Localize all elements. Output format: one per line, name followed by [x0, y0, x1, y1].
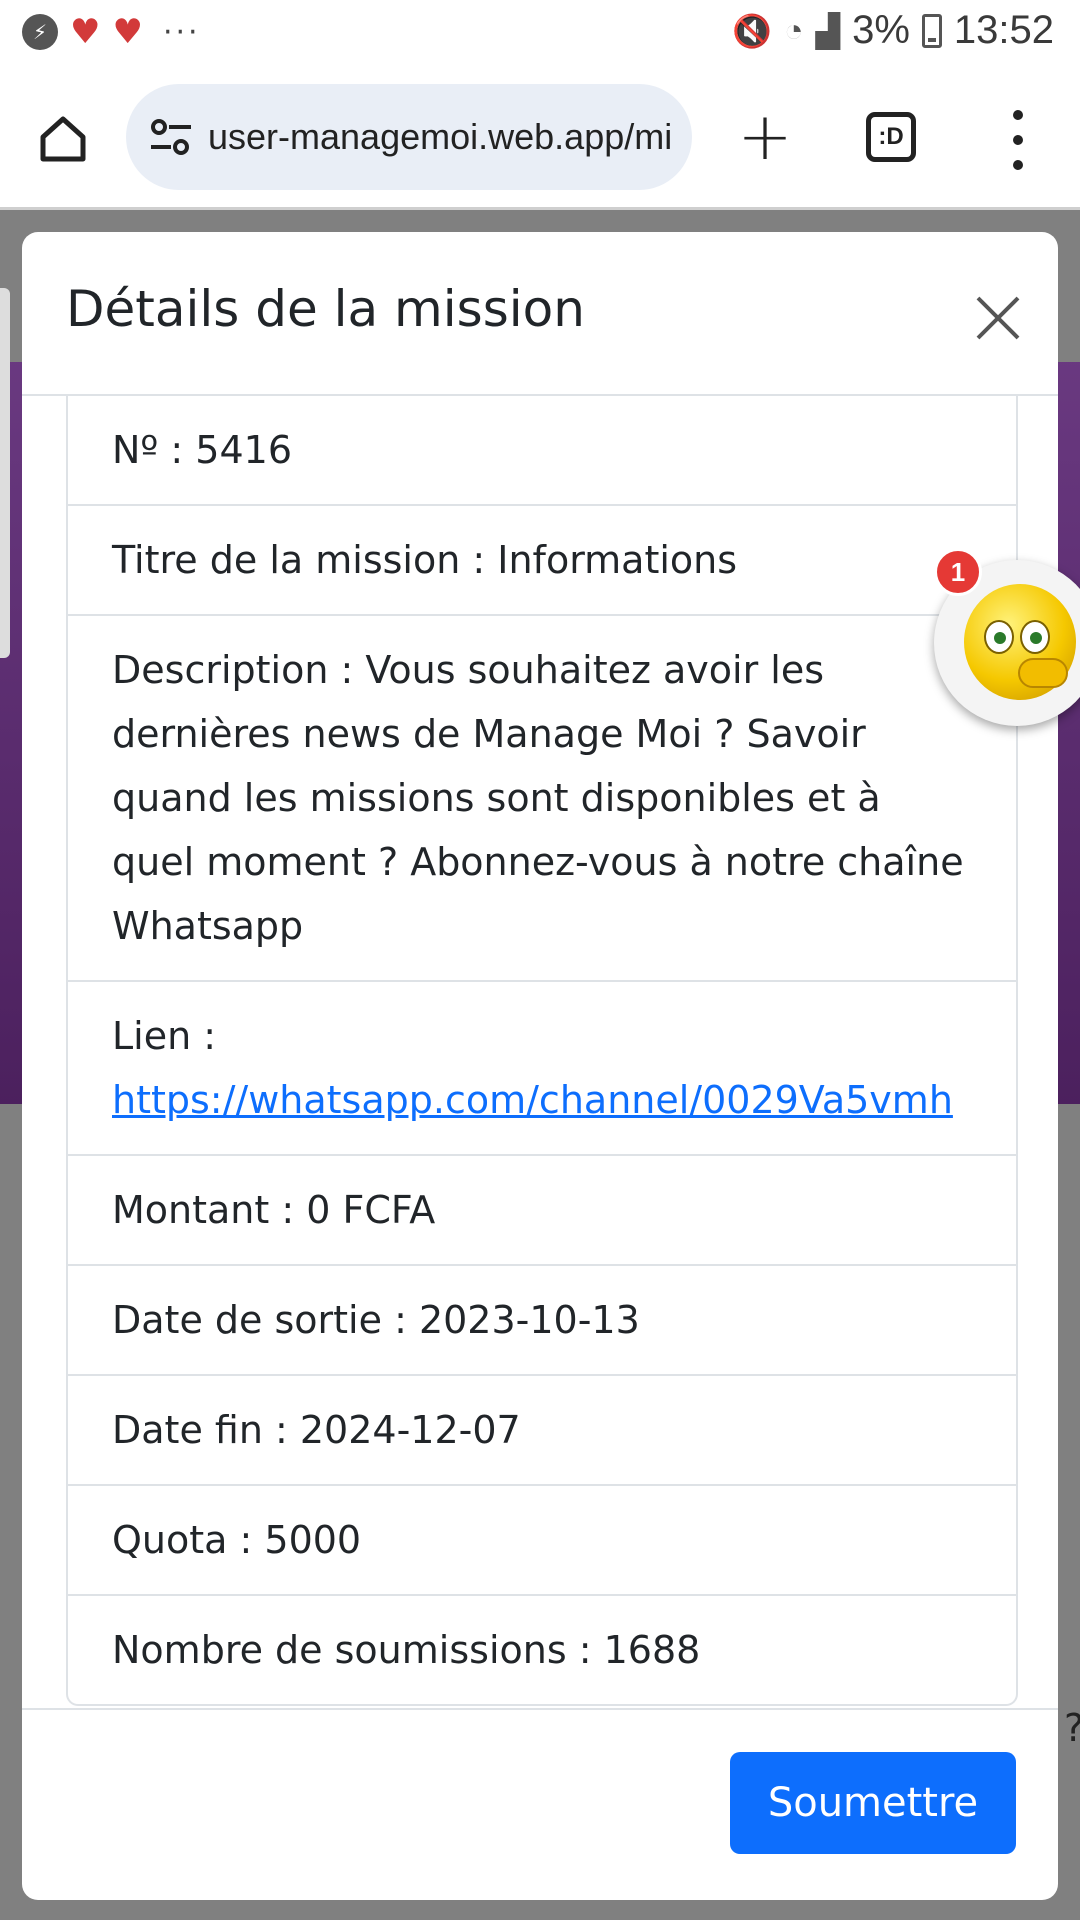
detail-description: Description : Vous souhaitez avoir les d… — [68, 614, 1016, 980]
thinking-emoji-icon — [964, 584, 1076, 700]
signal-icon: ▟ — [815, 12, 841, 49]
mute-icon: 🔇 — [732, 12, 773, 49]
more-menu-icon[interactable] — [998, 110, 1038, 170]
whatsapp-channel-link[interactable]: https://whatsapp.com/channel/0029Va5vmh — [112, 1078, 953, 1122]
new-tab-button[interactable]: + — [730, 104, 800, 174]
detail-link-label: Lien : — [112, 1014, 217, 1058]
detail-link: Lien : https://whatsapp.com/channel/0029… — [68, 980, 1016, 1154]
clock: 13:52 — [953, 8, 1054, 52]
modal-title: Détails de la mission — [66, 280, 585, 338]
more-notifications-icon: ··· — [162, 14, 201, 50]
submit-button[interactable]: Soumettre — [730, 1752, 1016, 1854]
messenger-icon: ⚡ — [22, 14, 58, 50]
wifi-icon: ◔ — [784, 12, 804, 48]
notification-badge: 1 — [934, 548, 982, 596]
detail-number: Nº : 5416 — [112, 428, 292, 472]
home-icon[interactable] — [32, 108, 94, 170]
detail-quota: Quota : 5000 — [68, 1484, 1016, 1594]
background-edge-text: ? — [1064, 1706, 1080, 1750]
heart-icon: ♥ — [112, 12, 143, 52]
modal-header: Détails de la mission — [22, 232, 1058, 396]
detail-amount: Montant : 0 FCFA — [68, 1154, 1016, 1264]
status-bar: ⚡ ♥ ♥ ··· 🔇 ◔ ▟ 3% 13:52 — [0, 0, 1080, 68]
mission-details-list: Nº : 5416 Titre de la mission : Informat… — [66, 396, 1018, 1706]
browser-toolbar: user-managemoi.web.app/mi + :D — [0, 68, 1080, 210]
close-icon[interactable] — [970, 290, 1026, 346]
detail-title: Titre de la mission : Informations — [68, 504, 1016, 614]
battery-icon — [921, 13, 942, 48]
chat-head-bubble[interactable]: 1 — [934, 548, 1080, 726]
address-bar[interactable]: user-managemoi.web.app/mi — [126, 84, 692, 190]
mission-details-modal: Détails de la mission Nº : 5416 Titre de… — [22, 232, 1058, 1900]
detail-submissions: Nombre de soumissions : 1688 — [68, 1594, 1016, 1704]
detail-release-date: Date de sortie : 2023-10-13 — [68, 1264, 1016, 1374]
url-text: user-managemoi.web.app/mi — [208, 116, 673, 157]
modal-footer: Soumettre — [22, 1708, 1058, 1900]
battery-percent: 3% — [852, 8, 910, 52]
detail-end-date: Date fin : 2024-12-07 — [68, 1374, 1016, 1484]
heart-icon: ♥ — [70, 12, 101, 52]
background-scroll-indicator — [0, 288, 10, 658]
tab-switcher-button[interactable]: :D — [866, 112, 916, 162]
site-settings-icon[interactable] — [146, 112, 196, 162]
